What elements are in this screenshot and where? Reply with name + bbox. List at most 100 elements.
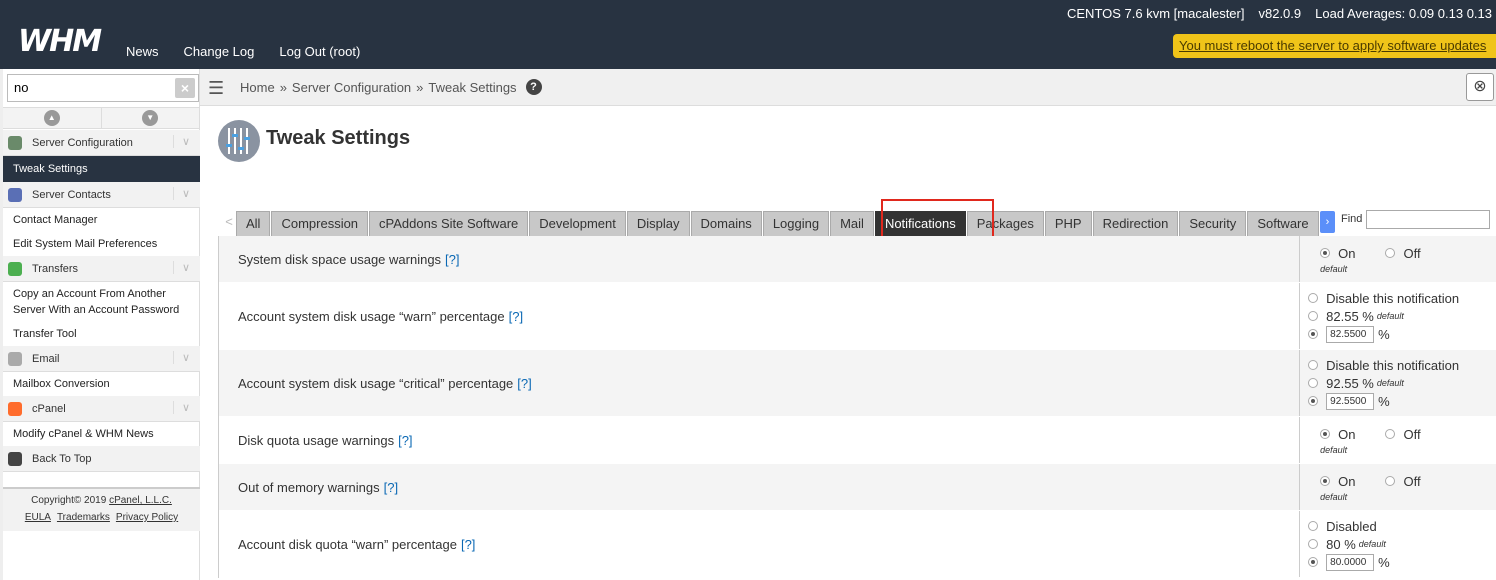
setting-help-link[interactable]: [?] [509, 309, 523, 324]
tab-display[interactable]: Display [626, 211, 690, 236]
setting-row: Account system disk usage “critical” per… [219, 350, 1496, 417]
tabs-prev-button[interactable]: < [222, 211, 236, 236]
breadcrumb-section[interactable]: Server Configuration [292, 80, 411, 95]
eula-link[interactable]: EULA [25, 512, 51, 523]
chevron-down-icon[interactable]: ∨ [172, 135, 190, 148]
menu-toggle-icon[interactable]: ☰ [208, 78, 224, 99]
on-radio[interactable] [1320, 248, 1331, 258]
default-note: default [1376, 311, 1404, 321]
chevron-down-icon[interactable]: ∨ [172, 187, 190, 200]
setting-row: Disk quota usage warnings [?] On Off default [219, 417, 1496, 464]
tab-php[interactable]: PHP [1044, 211, 1092, 236]
off-radio[interactable] [1385, 429, 1396, 439]
find-input[interactable] [1366, 210, 1490, 229]
sidebar-category-label: Back To Top [32, 452, 92, 465]
help-icon[interactable]: ? [525, 79, 542, 95]
clear-search-icon[interactable]: × [175, 78, 195, 98]
tabs-next-button[interactable]: › [1320, 211, 1335, 233]
setting-name: Account disk quota “warn” percentage [238, 536, 457, 552]
breadcrumb-home[interactable]: Home [240, 80, 275, 95]
setting-label: Disk quota usage warnings [?] [219, 417, 1299, 463]
sidebar-category-back-to-top[interactable]: Back To Top [3, 446, 200, 472]
sidebar-category-email[interactable]: Email ∨ [3, 346, 200, 372]
top-nav: News Change Log Log Out (root) [126, 44, 360, 59]
percent-unit: % [1378, 393, 1390, 409]
privacy-policy-link[interactable]: Privacy Policy [116, 512, 178, 523]
chevron-down-icon[interactable]: ∨ [172, 261, 190, 274]
server-name: CENTOS 7.6 kvm [macalester] [1067, 6, 1245, 21]
percentage-input[interactable]: 92.5500 [1326, 392, 1375, 410]
tab-compression[interactable]: Compression [271, 211, 369, 236]
percentage-input[interactable]: 80.0000 [1326, 553, 1375, 571]
sidebar-category-label: Transfers [32, 262, 79, 275]
tab-mail[interactable]: Mail [830, 211, 874, 236]
chevron-down-icon[interactable]: ∨ [172, 401, 190, 414]
custom-radio[interactable] [1308, 329, 1319, 339]
default-note: default [1358, 539, 1386, 549]
sidebar-item-modify-cpanel-whm-news[interactable]: Modify cPanel & WHM News [3, 422, 200, 446]
setting-label: Out of memory warnings [?] [219, 464, 1299, 510]
custom-radio[interactable] [1308, 557, 1319, 567]
tab-development[interactable]: Development [529, 211, 626, 236]
find-label: Find [1341, 213, 1363, 225]
tab-redirection[interactable]: Redirection [1092, 211, 1179, 236]
sidebar-item-tweak-settings[interactable]: Tweak Settings [3, 156, 200, 182]
tab-cpaddons-site-software[interactable]: cPAddons Site Software [369, 211, 529, 236]
tab-software[interactable]: Software [1247, 211, 1319, 236]
transfers-icon [8, 261, 22, 276]
disable-option: Disable this notification [1308, 289, 1496, 307]
tab-strip: < All Compression cPAddons Site Software Dev… [222, 211, 1320, 237]
disable-radio[interactable] [1308, 521, 1319, 531]
setting-label: System disk space usage warnings [?] [219, 236, 1299, 282]
sidebar-item-mailbox-conversion[interactable]: Mailbox Conversion [3, 372, 200, 396]
reboot-notice[interactable]: You must reboot the server to apply soft… [1173, 34, 1496, 58]
tab-logging[interactable]: Logging [762, 211, 830, 236]
on-radio[interactable] [1320, 429, 1331, 439]
whm-logo[interactable]: WHM [18, 24, 102, 59]
off-radio[interactable] [1385, 476, 1396, 486]
sidebar-item-edit-system-mail-preferences[interactable]: Edit System Mail Preferences [3, 232, 200, 256]
chevron-up-icon: ▲ [43, 110, 60, 126]
news-link[interactable]: News [126, 44, 159, 59]
default-radio[interactable] [1308, 311, 1319, 321]
setting-help-link[interactable]: [?] [398, 433, 412, 448]
on-off-group: On Off [1320, 244, 1496, 262]
company-link[interactable]: cPanel, L.L.C. [109, 495, 172, 506]
tab-domains[interactable]: Domains [690, 211, 762, 236]
sidebar-category-server-configuration[interactable]: Server Configuration ∨ [3, 130, 200, 156]
sidebar-item-contact-manager[interactable]: Contact Manager [3, 208, 200, 232]
trademarks-link[interactable]: Trademarks [57, 512, 110, 523]
on-radio[interactable] [1320, 476, 1331, 486]
sidebar-category-server-contacts[interactable]: Server Contacts ∨ [3, 182, 200, 208]
default-note: default [1320, 492, 1348, 502]
close-icon[interactable]: ⊗ [1466, 73, 1494, 101]
sidebar-item-copy-an-account-from-another-server-with-an-account-password[interactable]: Copy an Account From Another Server With… [3, 282, 200, 322]
tab-security[interactable]: Security [1179, 211, 1247, 236]
settings-table: System disk space usage warnings [?] On Off… [218, 236, 1496, 578]
disable-radio[interactable] [1308, 293, 1319, 303]
change-log-link[interactable]: Change Log [184, 44, 255, 59]
collapse-up-control[interactable]: ▲ [3, 108, 102, 128]
default-note: default [1320, 445, 1348, 455]
off-label: Off [1403, 426, 1421, 442]
setting-help-link[interactable]: [?] [517, 376, 531, 391]
collapse-down-control[interactable]: ▼ [102, 108, 200, 128]
breadcrumb: Home » Server Configuration » Tweak Sett… [240, 79, 542, 95]
logout-link[interactable]: Log Out (root) [279, 44, 360, 59]
disable-radio[interactable] [1308, 360, 1319, 370]
setting-help-link[interactable]: [?] [445, 252, 459, 267]
default-radio[interactable] [1308, 378, 1319, 388]
default-radio[interactable] [1308, 539, 1319, 549]
setting-help-link[interactable]: [?] [461, 537, 475, 552]
sidebar-item-transfer-tool[interactable]: Transfer Tool [3, 322, 200, 346]
chevron-down-icon[interactable]: ∨ [172, 351, 190, 364]
setting-help-link[interactable]: [?] [384, 480, 398, 495]
search-input[interactable] [8, 75, 168, 100]
custom-radio[interactable] [1308, 396, 1319, 406]
tab-all[interactable]: All [236, 211, 271, 236]
sidebar-category-transfers[interactable]: Transfers ∨ [3, 256, 200, 282]
setting-row: Account disk quota “warn” percentage [?] D… [219, 511, 1496, 578]
percentage-input[interactable]: 82.5500 [1326, 325, 1375, 343]
off-radio[interactable] [1385, 248, 1396, 258]
sidebar-category-cpanel[interactable]: cPanel ∨ [3, 396, 200, 422]
